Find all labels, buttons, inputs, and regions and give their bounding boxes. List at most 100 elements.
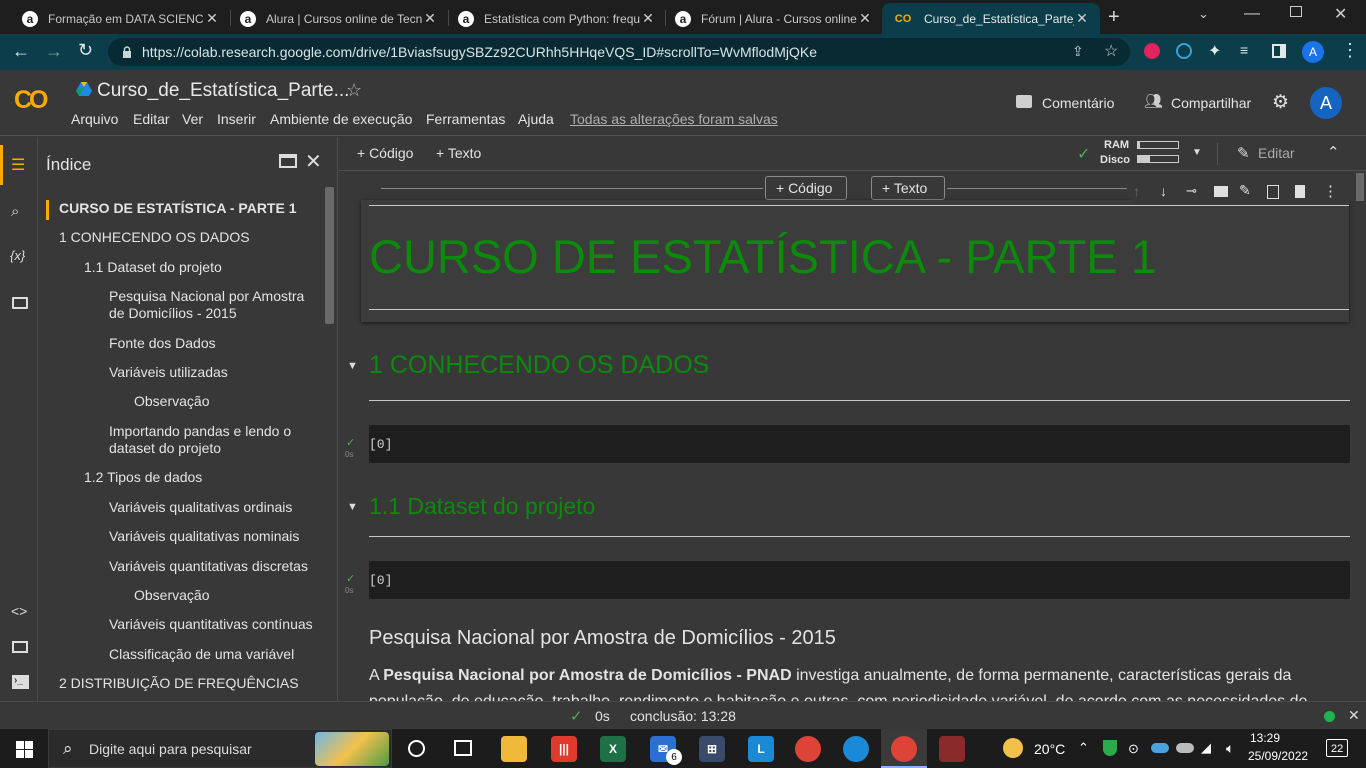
store-icon[interactable]: ⊞ (699, 736, 725, 762)
toc-item[interactable]: Observação (134, 393, 209, 410)
ram-meter[interactable] (1137, 141, 1179, 149)
taskbar-search-box[interactable]: ⌕ Digite aqui para pesquisar (48, 729, 392, 768)
taskbar-active-app[interactable] (881, 729, 927, 768)
colab-logo-icon[interactable]: CO (14, 86, 48, 115)
disk-meter[interactable] (1137, 155, 1179, 163)
security-shield-icon[interactable] (1103, 740, 1117, 756)
browser-tab[interactable]: a Fórum | Alura - Cursos online ✕ (665, 3, 883, 34)
command-palette-icon[interactable] (12, 641, 28, 653)
scrollbar-thumb[interactable] (1356, 173, 1364, 201)
pencil-edit-icon[interactable]: ✎ (1237, 144, 1250, 162)
wifi-icon[interactable]: ◢ (1201, 740, 1211, 756)
close-status-icon[interactable]: ✕ (1348, 707, 1360, 724)
file-explorer-icon[interactable] (501, 736, 527, 762)
toc-item[interactable]: Variáveis qualitativas ordinais (109, 499, 292, 516)
close-tab-icon[interactable]: ✕ (204, 10, 220, 27)
settings-gear-icon[interactable]: ⚙ (1272, 91, 1289, 114)
cortana-circle-icon[interactable] (408, 740, 425, 757)
toc-item[interactable]: Variáveis quantitativas contínuas (109, 616, 313, 633)
menu-arquivo[interactable]: Arquivo (71, 111, 118, 127)
close-window-icon[interactable]: ✕ (1334, 4, 1347, 24)
url-bar[interactable]: https://colab.research.google.com/drive/… (108, 38, 1130, 66)
taskbar-clock[interactable]: 13:29 (1250, 731, 1280, 745)
code-cell[interactable]: [0] (369, 561, 1350, 599)
cell-more-icon[interactable]: ⋮ (1323, 182, 1338, 200)
toc-item[interactable]: 1.2 Tipos de dados (84, 469, 202, 486)
menu-ver[interactable]: Ver (182, 111, 203, 127)
menu-ajuda[interactable]: Ajuda (518, 111, 554, 127)
toc-item[interactable]: 1.1 Dataset do projeto (84, 259, 222, 276)
toc-list-icon[interactable]: ☰ (11, 155, 25, 175)
reload-icon[interactable]: ↻ (78, 40, 93, 61)
extension-search-icon[interactable] (1176, 43, 1192, 59)
chrome-icon[interactable] (795, 736, 821, 762)
close-panel-icon[interactable]: ✕ (305, 149, 322, 174)
variables-icon[interactable]: {x} (10, 248, 25, 263)
mirror-cell-icon[interactable] (1267, 185, 1279, 199)
cloud-error-icon[interactable] (1176, 743, 1194, 753)
move-cell-down-icon[interactable]: ↓ (1160, 183, 1167, 199)
menu-ferramentas[interactable]: Ferramentas (426, 111, 505, 127)
app-l-icon[interactable]: L (748, 736, 774, 762)
toc-item[interactable]: Importando pandas e lendo o dataset do p… (109, 423, 314, 457)
account-avatar[interactable]: A (1310, 87, 1342, 119)
link-icon[interactable]: ⊸ (1186, 183, 1197, 199)
add-code-button[interactable]: + Código (357, 145, 413, 161)
browser-tab[interactable]: a Alura | Cursos online de Tecn ✕ (230, 3, 448, 34)
browser-menu-icon[interactable]: ⋮ (1341, 40, 1359, 61)
close-tab-icon[interactable]: ✕ (1074, 10, 1090, 27)
extension-record-icon[interactable] (1144, 43, 1160, 59)
minimize-icon[interactable]: — (1244, 5, 1260, 23)
files-folder-icon[interactable] (12, 297, 28, 309)
comment-cell-icon[interactable] (1214, 186, 1228, 197)
close-tab-icon[interactable]: ✕ (640, 10, 656, 27)
weather-moon-icon[interactable] (1003, 738, 1023, 758)
notebook-title[interactable]: Curso_de_Estatística_Parte... (97, 80, 349, 102)
bookmark-star-icon[interactable]: ☆ (1104, 41, 1118, 61)
restore-icon[interactable] (1290, 6, 1302, 17)
tab-search-chevron-icon[interactable]: ⌄ (1198, 6, 1209, 22)
code-snippets-icon[interactable]: <> (11, 603, 27, 619)
notebook-scrollbar[interactable] (1354, 171, 1366, 701)
windows-start-icon[interactable] (16, 741, 33, 758)
browser-tab-active[interactable]: CO Curso_de_Estatística_Parte_1. ✕ (882, 3, 1100, 34)
toc-item[interactable]: Fonte dos Dados (109, 335, 216, 352)
add-text-button[interactable]: + Texto (436, 145, 481, 161)
edge-icon[interactable] (843, 736, 869, 762)
share-button[interactable]: Compartilhar (1171, 95, 1251, 111)
taskbar-date[interactable]: 25/09/2022 (1248, 749, 1308, 763)
terminal-icon[interactable]: ›_ (12, 675, 29, 689)
extensions-puzzle-icon[interactable]: ✦ (1208, 41, 1221, 61)
comment-icon[interactable] (1016, 95, 1032, 108)
menu-ambiente[interactable]: Ambiente de execução (270, 111, 412, 127)
toc-item[interactable]: Classificação de uma variável (109, 646, 294, 663)
browser-tab[interactable]: a Estatística com Python: frequ ✕ (448, 3, 666, 34)
new-tab-icon[interactable]: + (1108, 6, 1120, 29)
insert-code-button[interactable]: + Código (765, 176, 847, 200)
collapse-chevron-up-icon[interactable]: ⌃ (1327, 143, 1340, 161)
search-icon[interactable]: ⌕ (11, 203, 19, 220)
menu-editar[interactable]: Editar (133, 111, 170, 127)
weather-temp[interactable]: 20°C (1034, 741, 1065, 757)
tray-chevron-icon[interactable]: ⌃ (1078, 740, 1089, 756)
toc-item[interactable]: 2 DISTRIBUIÇÃO DE FREQUÊNCIAS (59, 675, 299, 692)
task-view-icon[interactable] (454, 740, 472, 756)
edit-button[interactable]: Editar (1258, 145, 1295, 161)
onedrive-cloud-icon[interactable] (1151, 743, 1169, 753)
menu-inserir[interactable]: Inserir (217, 111, 256, 127)
saved-status-link[interactable]: Todas as alterações foram salvas (570, 111, 778, 127)
code-cell[interactable]: [0] (369, 425, 1350, 463)
toc-item[interactable]: Variáveis quantitativas discretas (109, 558, 308, 575)
excel-icon[interactable]: X (600, 736, 626, 762)
collapse-section-icon[interactable]: ▼ (347, 360, 358, 372)
open-in-tab-icon[interactable] (279, 154, 297, 168)
toc-item[interactable]: CURSO DE ESTATÍSTICA - PARTE 1 (59, 200, 297, 217)
close-tab-icon[interactable]: ✕ (422, 10, 438, 27)
profile-avatar[interactable]: A (1302, 41, 1324, 63)
toc-item[interactable]: Variáveis qualitativas nominais (109, 528, 299, 545)
insert-text-button[interactable]: + Texto (871, 176, 945, 200)
app-red-icon[interactable]: ||| (551, 736, 577, 762)
browser-tab[interactable]: a Formação em DATA SCIENCE ✕ (12, 3, 230, 34)
toc-item[interactable]: 1 CONHECENDO OS DADOS (59, 229, 250, 246)
share-page-icon[interactable]: ⇪ (1072, 43, 1084, 60)
